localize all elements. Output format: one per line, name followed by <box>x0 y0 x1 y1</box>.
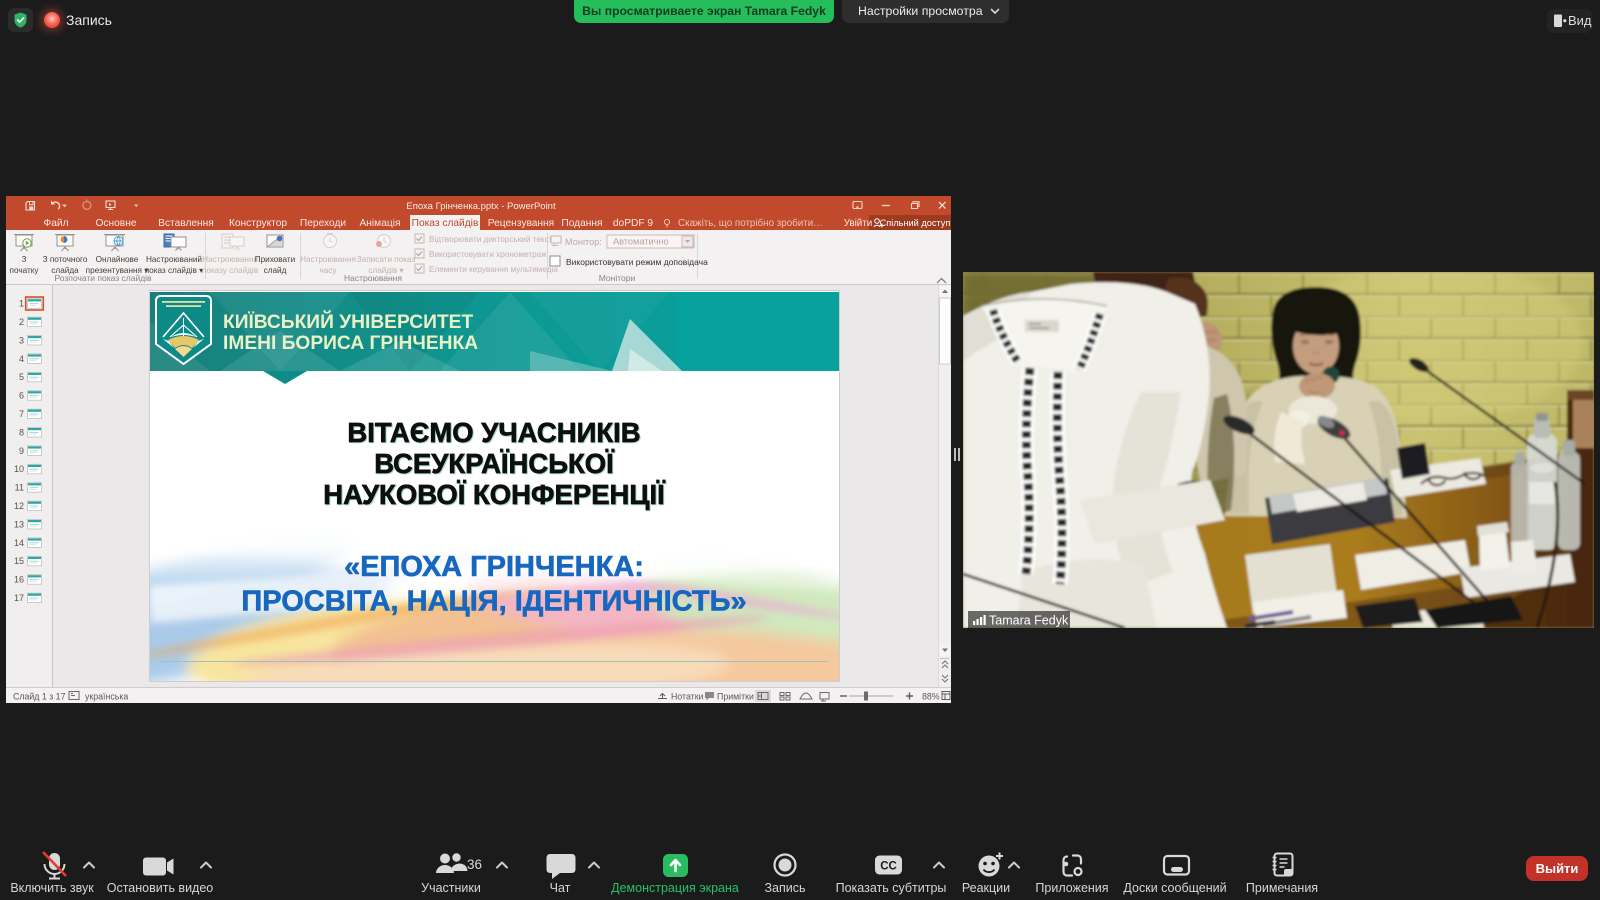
svg-text:36: 36 <box>467 857 482 872</box>
svg-text:11: 11 <box>15 483 24 493</box>
svg-text:слайд: слайд <box>264 266 287 275</box>
svg-text:14: 14 <box>14 538 24 548</box>
svg-text:Включить звук: Включить звук <box>10 881 94 895</box>
svg-text:Конструктор: Конструктор <box>229 218 287 229</box>
svg-text:«ЕПОХА ГРІНЧЕНКА:: «ЕПОХА ГРІНЧЕНКА: <box>344 551 644 583</box>
svg-text:Переходи: Переходи <box>300 218 346 229</box>
svg-text:88%: 88% <box>922 692 940 702</box>
svg-text:Настроювання: Настроювання <box>300 255 356 264</box>
svg-text:Примітки: Примітки <box>717 692 754 702</box>
svg-text:15: 15 <box>14 556 24 566</box>
svg-text:часу: часу <box>319 266 337 275</box>
svg-text:Остановить видео: Остановить видео <box>107 881 214 895</box>
svg-text:Елементи керування мультимедіа: Елементи керування мультимедіа <box>429 265 558 274</box>
svg-text:3: 3 <box>19 335 24 345</box>
svg-text:4: 4 <box>19 354 24 364</box>
svg-text:Епоха Грінченка.pptx - PowerPo: Епоха Грінченка.pptx - PowerPoint <box>406 201 556 212</box>
svg-text:Рецензування: Рецензування <box>488 218 554 229</box>
svg-text:Файл: Файл <box>43 218 68 229</box>
svg-text:Участники: Участники <box>421 881 481 895</box>
svg-text:2: 2 <box>19 317 24 327</box>
svg-text:ІМЕНІ БОРИСА ГРІНЧЕНКА: ІМЕНІ БОРИСА ГРІНЧЕНКА <box>223 333 478 354</box>
svg-text:ВСЕУКРАЇНСЬКОЇ: ВСЕУКРАЇНСЬКОЇ <box>374 448 615 479</box>
svg-text:Монітори: Монітори <box>599 273 636 283</box>
svg-text:Доски сообщений: Доски сообщений <box>1123 881 1226 895</box>
svg-text:Використовувати хронометраж: Використовувати хронометраж <box>429 250 547 259</box>
svg-text:ВІТАЄМО УЧАСНИКІВ: ВІТАЄМО УЧАСНИКІВ <box>347 417 640 448</box>
svg-text:doPDF 9: doPDF 9 <box>613 218 654 229</box>
svg-text:Настроювання: Настроювання <box>202 255 258 264</box>
svg-text:Скажіть, що потрібно зробити…: Скажіть, що потрібно зробити… <box>678 218 823 229</box>
svg-text:Приховати: Приховати <box>255 255 296 264</box>
svg-text:Автоматично: Автоматично <box>613 237 669 247</box>
svg-text:8: 8 <box>19 427 24 437</box>
svg-text:Вставлення: Вставлення <box>158 218 214 229</box>
svg-text:Приложения: Приложения <box>1035 881 1108 895</box>
svg-text:Нотатки: Нотатки <box>671 692 704 702</box>
svg-text:Увійти: Увійти <box>844 218 873 229</box>
svg-text:Анімація: Анімація <box>360 218 401 229</box>
svg-text:Демонстрация экрана: Демонстрация экрана <box>611 881 739 895</box>
svg-text:1: 1 <box>19 299 24 309</box>
svg-text:9: 9 <box>19 446 24 456</box>
svg-text:Основне: Основне <box>95 218 136 229</box>
svg-text:12: 12 <box>14 501 24 511</box>
svg-text:Слайд 1 з 17: Слайд 1 з 17 <box>13 692 66 702</box>
svg-text:Розпочати показ слайдів: Розпочати показ слайдів <box>54 273 152 283</box>
svg-text:Tamara Fedyk: Tamara Fedyk <box>989 614 1069 628</box>
svg-text:ПРОСВІТА, НАЦІЯ, ІДЕНТИЧНІСТЬ»: ПРОСВІТА, НАЦІЯ, ІДЕНТИЧНІСТЬ» <box>241 586 746 618</box>
svg-text:16: 16 <box>14 575 24 585</box>
svg-text:Настроюваний: Настроюваний <box>146 255 202 264</box>
svg-text:Показ слайдів: Показ слайдів <box>412 218 479 229</box>
svg-text:КИЇВСЬКИЙ УНІВЕРСИТЕТ: КИЇВСЬКИЙ УНІВЕРСИТЕТ <box>223 311 473 333</box>
svg-text:З поточного: З поточного <box>43 255 88 264</box>
svg-text:10: 10 <box>14 464 24 474</box>
svg-text:6: 6 <box>19 391 24 401</box>
svg-text:CC: CC <box>880 861 897 873</box>
svg-text:Відтворювати дикторський текст: Відтворювати дикторський текст <box>429 235 553 244</box>
svg-text:початку: початку <box>10 266 40 275</box>
svg-text:Показать субтитры: Показать субтитры <box>836 881 947 895</box>
svg-text:Спільний доступ: Спільний доступ <box>880 218 951 228</box>
svg-text:Реакции: Реакции <box>962 881 1010 895</box>
svg-text:Настроювання: Настроювання <box>344 273 402 283</box>
svg-text:17: 17 <box>14 593 24 603</box>
svg-text:українська: українська <box>85 692 128 702</box>
svg-text:З: З <box>22 255 27 264</box>
svg-text:Запись: Запись <box>764 881 805 895</box>
svg-text:5: 5 <box>19 372 24 382</box>
svg-text:Монітор:: Монітор: <box>565 237 602 247</box>
svg-text:Примечания: Примечания <box>1246 881 1318 895</box>
svg-text:Подання: Подання <box>561 218 602 229</box>
svg-text:7: 7 <box>19 409 24 419</box>
svg-text:13: 13 <box>14 519 24 529</box>
svg-text:показу слайдів: показу слайдів <box>202 266 258 275</box>
svg-text:Записати показ: Записати показ <box>357 255 416 264</box>
svg-text:показ слайдів ▾: показ слайдів ▾ <box>145 266 204 275</box>
svg-text:НАУКОВОЇ КОНФЕРЕНЦІЇ: НАУКОВОЇ КОНФЕРЕНЦІЇ <box>323 479 666 510</box>
svg-text:Використовувати режим доповіда: Використовувати режим доповідача <box>566 257 708 267</box>
svg-text:Онлайнове: Онлайнове <box>96 255 139 264</box>
svg-text:Чат: Чат <box>550 881 571 895</box>
